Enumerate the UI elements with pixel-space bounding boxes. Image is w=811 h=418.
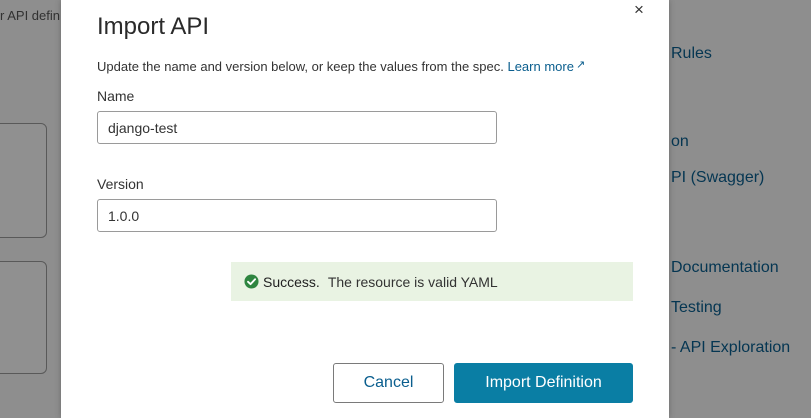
dialog-intro: Update the name and version below, or ke… xyxy=(97,58,585,74)
close-icon[interactable]: × xyxy=(629,0,649,20)
success-title: Success. xyxy=(263,273,320,290)
version-label: Version xyxy=(97,176,144,192)
import-api-dialog: Import API × Update the name and version… xyxy=(61,0,669,418)
cancel-button[interactable]: Cancel xyxy=(333,363,444,403)
import-definition-button[interactable]: Import Definition xyxy=(454,363,633,403)
learn-more-link[interactable]: Learn more ↗ xyxy=(507,59,585,74)
success-alert: Success. The resource is valid YAML xyxy=(231,262,633,301)
external-link-icon: ↗ xyxy=(575,59,586,71)
success-message: The resource is valid YAML xyxy=(327,273,498,290)
check-circle-icon xyxy=(244,274,259,289)
intro-text: Update the name and version below, or ke… xyxy=(97,59,508,74)
version-input[interactable] xyxy=(97,199,497,232)
name-label: Name xyxy=(97,88,135,104)
name-input[interactable] xyxy=(97,111,497,144)
dialog-title: Import API xyxy=(97,13,210,40)
